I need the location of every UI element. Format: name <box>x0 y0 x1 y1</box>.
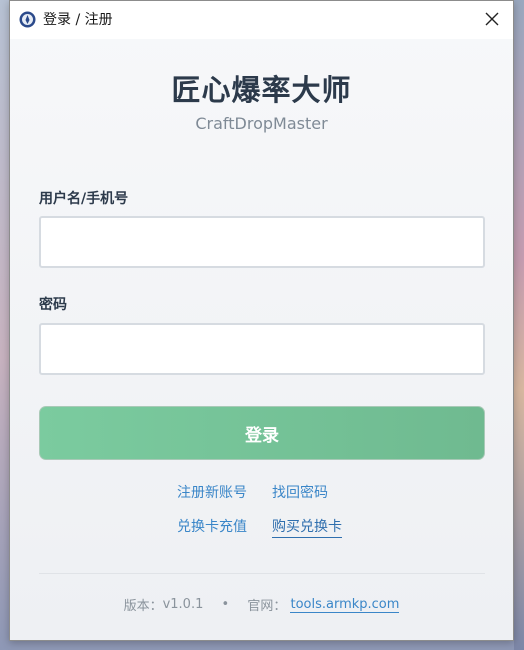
close-button[interactable] <box>479 7 505 33</box>
version-value: v1.0.1 <box>162 597 204 612</box>
username-label: 用户名/手机号 <box>39 191 129 207</box>
redeem-card-link[interactable]: 兑换卡充值 <box>177 516 247 536</box>
footer-separator: • <box>221 597 230 612</box>
password-label: 密码 <box>39 297 67 313</box>
footer-divider <box>39 573 485 574</box>
app-title: 匠心爆率大师 <box>171 73 352 107</box>
footer: 版本：v1.0.1 • 官网： tools.armkp.com <box>10 595 513 614</box>
site-label: 官网： <box>247 599 287 614</box>
username-input[interactable] <box>39 216 485 268</box>
app-logo-icon <box>19 11 36 28</box>
close-icon <box>485 11 499 30</box>
buy-card-link[interactable]: 购买兑换卡 <box>272 516 342 538</box>
login-window: 登录 / 注册 匠心爆率大师 CraftDropMaster 用户名/手机号 密… <box>9 0 514 641</box>
register-link[interactable]: 注册新账号 <box>177 482 247 502</box>
window-title: 登录 / 注册 <box>43 12 113 28</box>
app-subtitle: CraftDropMaster <box>195 114 328 133</box>
site-link[interactable]: tools.armkp.com <box>290 597 400 613</box>
title-bar: 登录 / 注册 <box>10 1 513 39</box>
password-input[interactable] <box>39 323 485 375</box>
login-button[interactable]: 登录 <box>39 406 485 460</box>
recover-password-link[interactable]: 找回密码 <box>272 482 328 502</box>
version-label: 版本： <box>123 599 163 614</box>
desktop-background <box>514 0 524 650</box>
